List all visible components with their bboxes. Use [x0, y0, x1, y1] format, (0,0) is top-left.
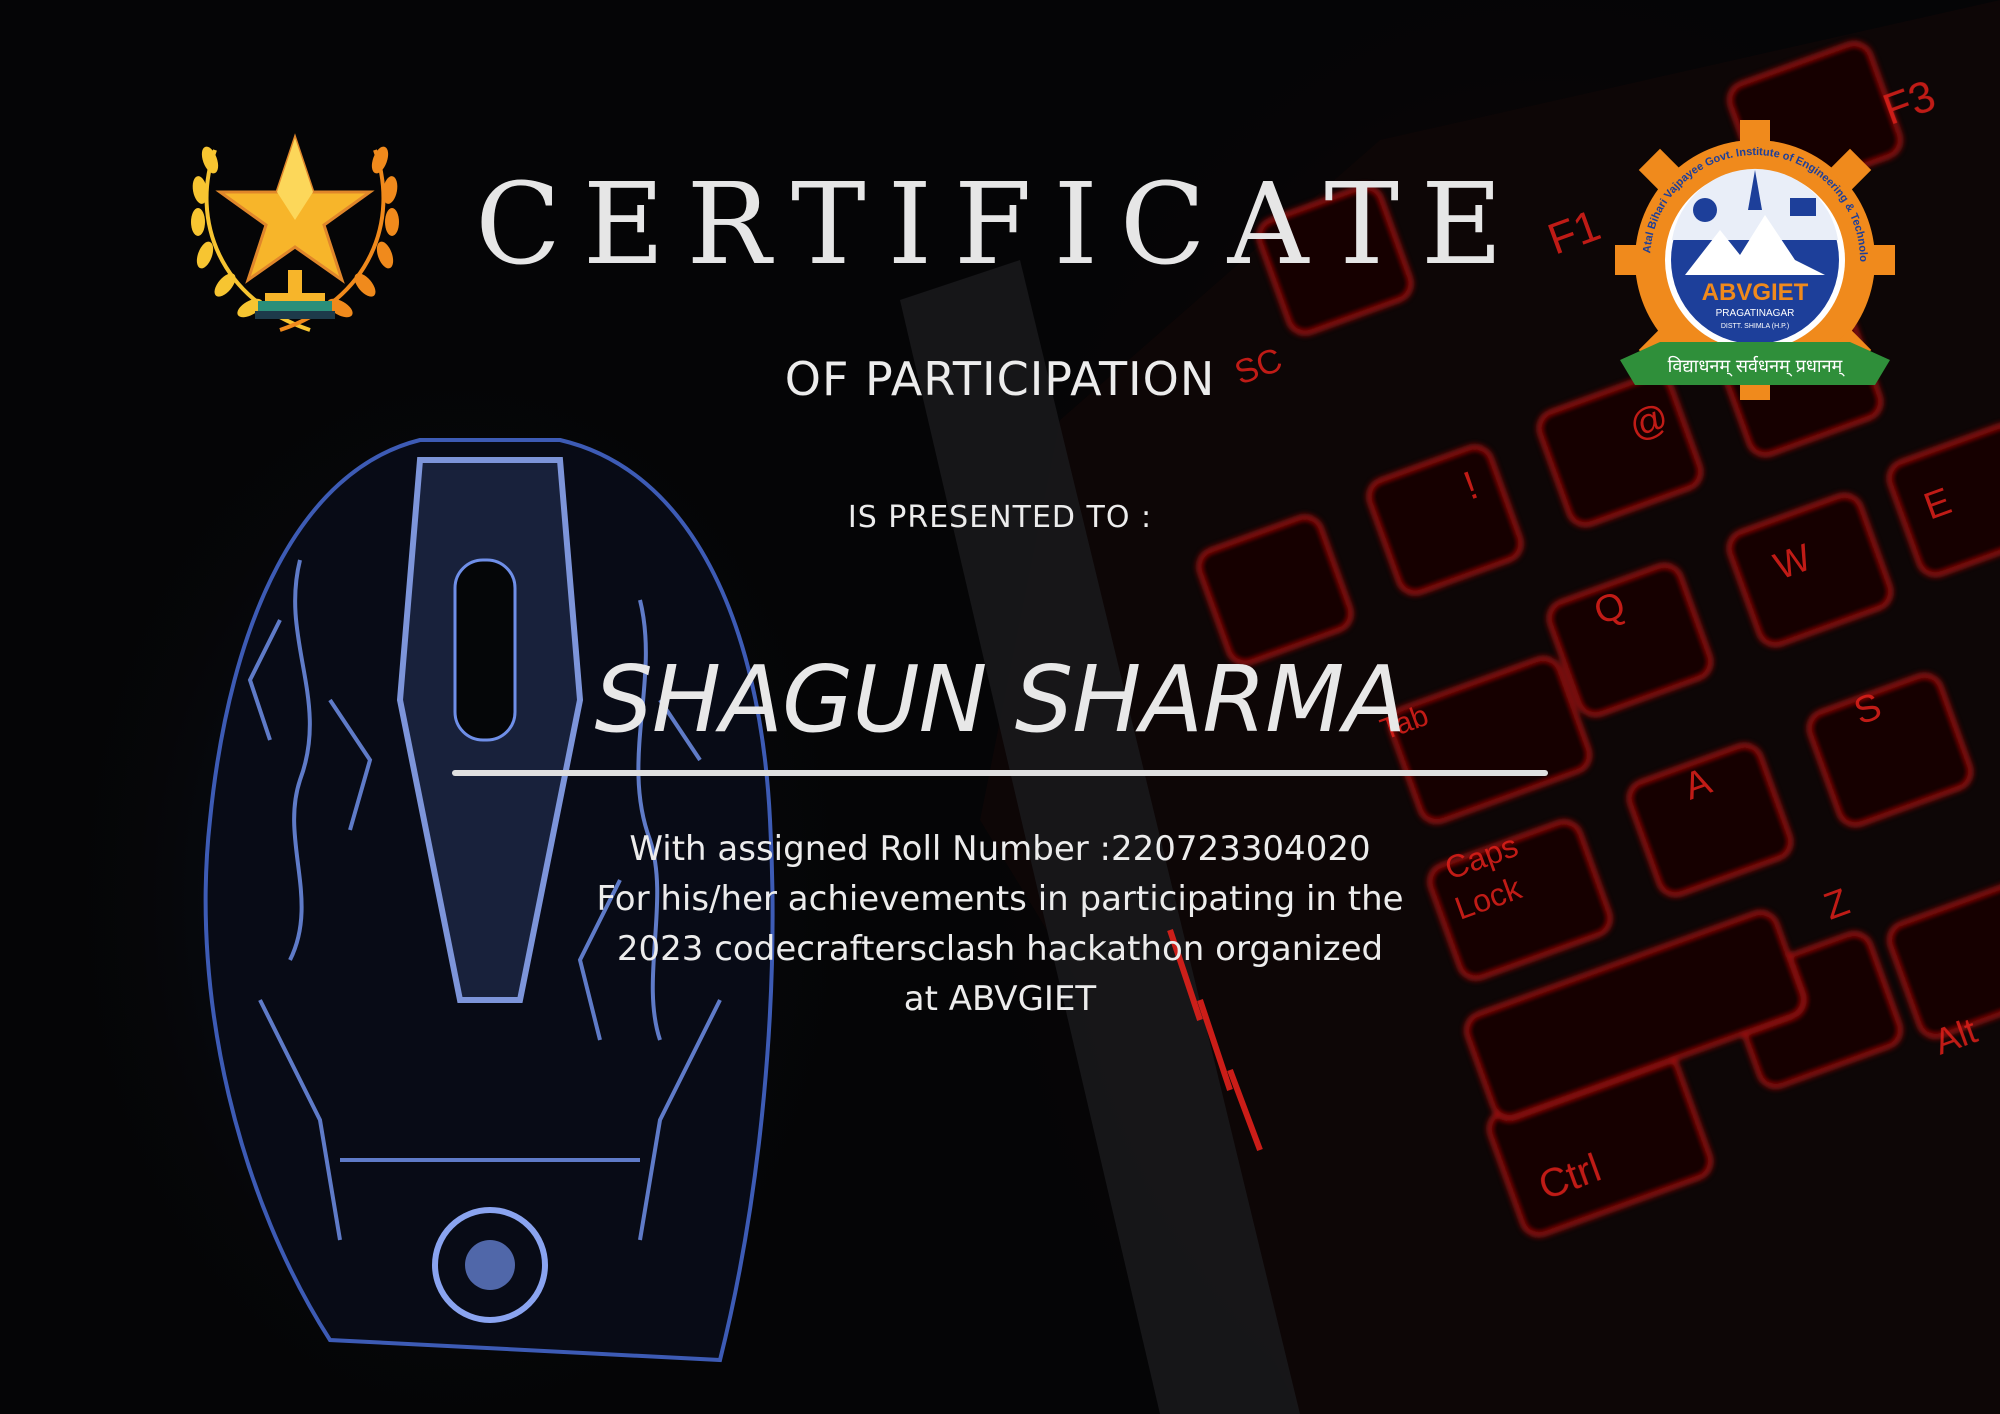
venue-line: at ABVGIET	[903, 979, 1097, 1019]
seal-district: DISTT. SHIMLA (H.P.)	[1721, 323, 1789, 330]
recipient-name: SHAGUN SHARMA	[594, 646, 1407, 753]
event-line: 2023 codecraftersclash hackathon organiz…	[616, 929, 1384, 969]
seal-place: PRAGATINAGAR	[1716, 308, 1795, 319]
achievement-line: For his/her achievements in participatin…	[596, 879, 1404, 919]
certificate-body: With assigned Roll Number :220723304020 …	[500, 824, 1500, 1024]
certificate-title: CERTIFICATE	[475, 160, 1525, 290]
certificate-subtitle: OF PARTICIPATION	[784, 352, 1216, 406]
name-underline-divider	[452, 770, 1548, 776]
presented-to-label: IS PRESENTED TO :	[847, 500, 1153, 535]
roll-number-line: With assigned Roll Number :220723304020	[629, 829, 1371, 869]
